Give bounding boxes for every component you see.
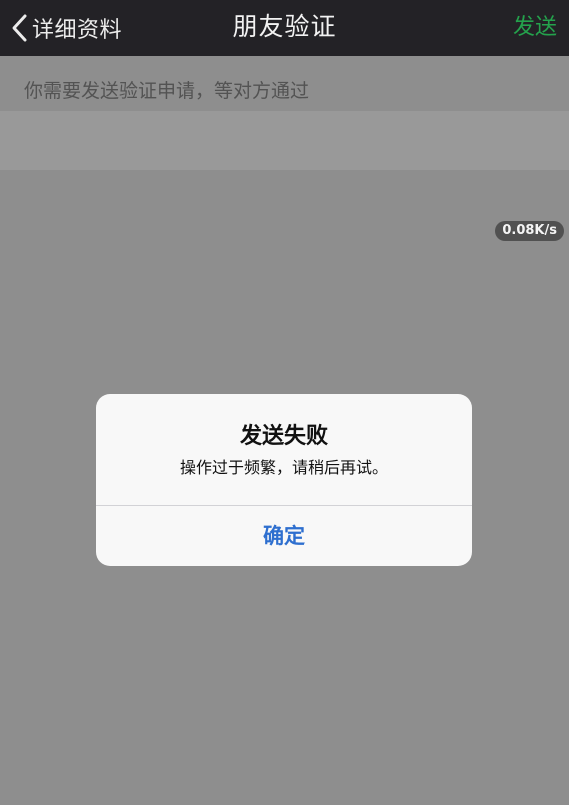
navigation-bar: 详细资料 朋友验证 发送 [0, 0, 569, 56]
chevron-left-icon [6, 0, 32, 56]
alert-dialog: 发送失败 操作过于频繁，请稍后再试。 确定 [96, 394, 472, 566]
back-button[interactable]: 详细资料 [6, 0, 122, 56]
back-button-label: 详细资料 [32, 18, 123, 43]
confirm-button[interactable]: 确定 [96, 506, 472, 566]
network-speed-badge: 0.08K/s [495, 221, 564, 241]
send-button[interactable]: 发送 [513, 0, 557, 56]
alert-message: 操作过于频繁，请稍后再试。 [179, 458, 388, 477]
alert-title: 发送失败 [239, 424, 328, 449]
